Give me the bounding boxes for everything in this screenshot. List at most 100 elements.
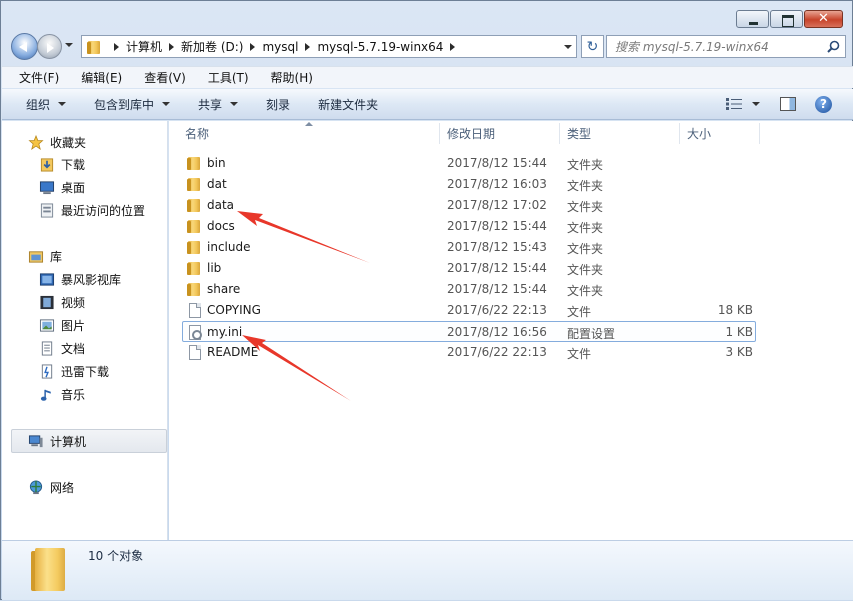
folder-icon <box>187 177 203 192</box>
breadcrumb-mysql[interactable]: mysql <box>262 40 298 54</box>
share-button[interactable]: 共享 <box>188 91 248 117</box>
command-bar: 组织 包含到库中 共享 刻录 新建文件夹 ? <box>2 89 853 120</box>
chevron-down-icon <box>58 102 67 106</box>
file-row[interactable]: data 2017/8/12 17:02 文件夹 <box>183 195 757 216</box>
nav-documents[interactable]: 文档 <box>39 337 85 359</box>
maximize-button[interactable] <box>770 10 803 28</box>
address-dropdown[interactable] <box>564 45 572 49</box>
file-name: include <box>207 240 251 254</box>
file-name: lib <box>207 261 222 275</box>
nav-favorites[interactable]: 收藏夹 <box>28 131 86 153</box>
file-name: data <box>207 198 235 212</box>
help-icon[interactable]: ? <box>815 95 832 113</box>
file-row[interactable]: share 2017/8/12 15:44 文件夹 <box>183 279 757 300</box>
toolbar-right: ? <box>726 89 853 119</box>
recent-places-icon <box>40 202 54 218</box>
nav-network-label: 网络 <box>50 480 75 495</box>
large-folder-icon <box>31 548 68 591</box>
folder-icon <box>187 219 203 234</box>
thunder-download-icon <box>41 363 53 379</box>
file-row[interactable]: lib 2017/8/12 15:44 文件夹 <box>183 258 757 279</box>
menu-view[interactable]: 查看(V) <box>127 69 191 86</box>
file-row[interactable]: dat 2017/8/12 16:03 文件夹 <box>183 174 757 195</box>
nav-documents-label: 文档 <box>61 341 86 356</box>
nav-storm-video-label: 暴风影视库 <box>61 272 122 287</box>
column-date-label: 修改日期 <box>447 127 496 141</box>
refresh-button[interactable]: ↻ <box>581 35 604 58</box>
file-name: COPYING <box>207 303 261 317</box>
chevron-right-icon[interactable] <box>250 42 256 51</box>
nav-pictures[interactable]: 图片 <box>39 314 85 336</box>
file-row[interactable]: COPYING 2017/6/22 22:13 文件 18 KB <box>183 300 757 321</box>
chevron-right-icon[interactable] <box>169 42 175 51</box>
menu-tools[interactable]: 工具(T) <box>191 69 254 86</box>
nav-videos[interactable]: 视频 <box>39 291 85 313</box>
address-bar[interactable]: 计算机 新加卷 (D:) mysql mysql-5.7.19-winx64 <box>81 35 577 58</box>
column-header-size[interactable]: 大小 <box>679 121 759 146</box>
status-bar: 10 个对象 <box>2 540 853 600</box>
new-folder-button[interactable]: 新建文件夹 <box>308 91 388 117</box>
column-header-name[interactable]: 名称 <box>177 121 439 146</box>
file-size: 3 KB <box>725 345 753 359</box>
nav-libraries-label: 库 <box>50 249 63 264</box>
column-name-label: 名称 <box>185 127 210 141</box>
column-header-type[interactable]: 类型 <box>559 121 679 146</box>
recent-pages-dropdown[interactable] <box>65 43 73 47</box>
file-type: 文件 <box>567 305 592 319</box>
views-icon[interactable] <box>726 98 742 110</box>
chevron-right-icon[interactable] <box>450 42 456 51</box>
file-row[interactable]: docs 2017/8/12 15:44 文件夹 <box>183 216 757 237</box>
preview-pane-icon[interactable] <box>780 97 796 111</box>
back-button[interactable] <box>11 33 38 60</box>
nav-desktop[interactable]: 桌面 <box>39 176 85 198</box>
views-dropdown[interactable] <box>752 102 760 106</box>
nav-music[interactable]: 音乐 <box>39 383 85 405</box>
file-row[interactable]: bin 2017/8/12 15:44 文件夹 <box>183 153 757 174</box>
explorer-window: ✕ 计算机 新加卷 (D:) mysql mysql-5.7.19-winx64 <box>0 0 853 600</box>
video-library-icon <box>39 272 55 286</box>
file-type: 文件夹 <box>567 284 604 298</box>
column-divider[interactable] <box>759 123 760 144</box>
close-button[interactable]: ✕ <box>804 10 843 28</box>
breadcrumb-mysql-version[interactable]: mysql-5.7.19-winx64 <box>317 40 443 54</box>
organize-button[interactable]: 组织 <box>16 91 76 117</box>
file-type: 文件夹 <box>567 200 604 214</box>
breadcrumb-drive-d[interactable]: 新加卷 (D:) <box>181 38 243 55</box>
menu-file[interactable]: 文件(F) <box>2 69 64 86</box>
nav-downloads[interactable]: 下载 <box>39 153 85 175</box>
minimize-button[interactable] <box>736 10 769 28</box>
network-icon <box>29 479 43 494</box>
column-header-date[interactable]: 修改日期 <box>439 121 559 146</box>
search-box <box>606 35 846 58</box>
file-name: bin <box>207 156 226 170</box>
nav-music-label: 音乐 <box>61 387 86 402</box>
include-in-library-button[interactable]: 包含到库中 <box>84 91 180 117</box>
breadcrumb-computer[interactable]: 计算机 <box>126 38 162 55</box>
nav-desktop-label: 桌面 <box>61 180 86 195</box>
search-icon[interactable] <box>827 40 840 53</box>
chevron-right-icon[interactable] <box>114 42 119 51</box>
nav-storm-video[interactable]: 暴风影视库 <box>39 268 121 290</box>
new-folder-label: 新建文件夹 <box>318 97 379 112</box>
nav-computer[interactable]: 计算机 <box>28 430 86 452</box>
computer-icon <box>28 434 43 447</box>
film-icon <box>40 295 54 309</box>
nav-recent-places[interactable]: 最近访问的位置 <box>39 199 145 221</box>
nav-network[interactable]: 网络 <box>28 476 74 498</box>
burn-button[interactable]: 刻录 <box>256 91 300 117</box>
file-row[interactable]: README 2017/6/22 22:13 文件 3 KB <box>183 342 757 363</box>
folder-icon <box>187 198 203 213</box>
file-modified-date: 2017/6/22 22:13 <box>447 345 547 359</box>
file-row[interactable]: my.ini 2017/8/12 16:56 配置设置 1 KB <box>182 321 756 342</box>
file-modified-date: 2017/8/12 16:56 <box>447 325 547 339</box>
forward-button[interactable] <box>37 34 62 59</box>
file-icon <box>187 303 203 318</box>
search-input[interactable] <box>607 36 817 57</box>
nav-thunder-downloads[interactable]: 迅雷下载 <box>39 360 109 382</box>
menu-help[interactable]: 帮助(H) <box>254 69 318 86</box>
desktop-icon <box>39 180 55 194</box>
nav-libraries[interactable]: 库 <box>28 245 62 267</box>
chevron-right-icon[interactable] <box>305 42 311 51</box>
menu-edit[interactable]: 编辑(E) <box>64 69 127 86</box>
file-row[interactable]: include 2017/8/12 15:43 文件夹 <box>183 237 757 258</box>
